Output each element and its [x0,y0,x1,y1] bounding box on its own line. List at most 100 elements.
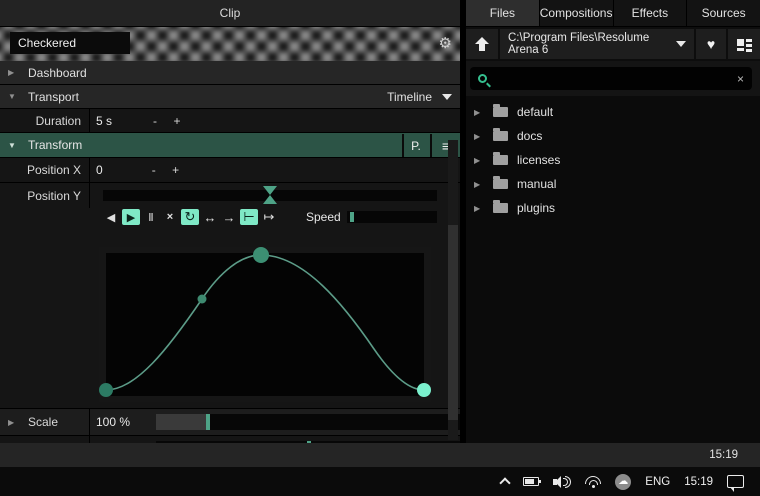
gear-icon[interactable]: ⚙ [439,34,452,54]
clear-search-icon[interactable]: × [737,72,744,86]
volume-icon[interactable] [553,476,571,488]
chevron-right-icon: ▶ [8,68,18,77]
play-once-icon[interactable]: → [221,209,237,225]
duration-decrement-button[interactable]: - [144,114,166,128]
tab-compositions[interactable]: Compositions [540,0,614,26]
transform-label: Transform [28,138,82,152]
language-indicator[interactable]: ENG [645,476,670,488]
folder-row-licenses[interactable]: ▶ licenses [466,148,760,172]
envelope-path[interactable] [106,255,424,390]
play-icon[interactable]: ▶ [122,209,140,225]
advance-icon[interactable]: ↦ [261,209,277,225]
windows-taskbar: ☁ ENG 15:19 [0,467,760,496]
folder-row-plugins[interactable]: ▶ plugins [466,196,760,220]
view-toggle-button[interactable] [728,29,760,59]
transport-mode-select[interactable]: Timeline [387,90,432,104]
envelope-point-peak[interactable] [253,247,269,263]
chevron-right-icon[interactable]: ▶ [474,132,484,141]
position-x-label: Position X [0,158,90,182]
previous-icon[interactable]: ◀ [103,209,119,225]
folder-name: licenses [517,153,560,167]
wifi-icon[interactable] [585,476,601,488]
status-clock: 15:19 [709,449,738,461]
folder-list: ▶ default ▶ docs ▶ licenses ▶ manual ▶ [466,100,760,220]
heart-icon: ♥ [707,36,715,52]
random-icon[interactable]: × [162,209,178,225]
duration-value[interactable]: 5 s [96,109,112,132]
position-x-value[interactable]: 0 [96,158,103,182]
tab-sources[interactable]: Sources [687,0,760,26]
chevron-down-icon[interactable] [442,94,452,100]
transport-controls: ◀ ▶ Ⅱ × ↻ ↔ → ⊢ ↦ Speed [103,207,437,227]
timeline-scrubber[interactable] [103,190,437,201]
current-path: C:\Program Files\Resolume Arena 6 [508,32,676,56]
section-dashboard[interactable]: ▶ Dashboard [0,61,460,85]
battery-icon[interactable] [523,477,539,486]
folder-row-default[interactable]: ▶ default [466,100,760,124]
search-icon [478,74,487,83]
folder-icon [493,131,508,141]
speed-slider[interactable] [347,211,437,223]
file-nav-bar: C:\Program Files\Resolume Arena 6 ♥ [466,27,760,61]
transform-param-button[interactable]: P. [402,134,428,157]
browser-panel: Files Compositions Effects Sources C:\Pr… [466,0,760,443]
folder-name: docs [517,129,542,143]
speed-slider-handle[interactable] [350,212,354,222]
dashboard-label: Dashboard [28,66,87,80]
position-x-increment-button[interactable]: + [165,163,187,177]
chevron-right-icon[interactable]: ▶ [474,180,484,189]
section-transform[interactable]: ▼ Transform P. ≡ [0,133,460,158]
action-center-icon[interactable] [727,475,744,488]
path-dropdown[interactable]: C:\Program Files\Resolume Arena 6 [500,29,694,59]
hold-icon[interactable]: ⊢ [240,209,258,225]
row-rotation: ▶ Rotation 0.0 [0,436,460,443]
folder-icon [493,179,508,189]
chevron-right-icon[interactable]: ▶ [474,156,484,165]
bounce-icon[interactable]: ↔ [202,209,218,225]
envelope-point-mid[interactable] [198,295,207,304]
pause-icon[interactable]: Ⅱ [143,209,159,225]
scale-value[interactable]: 100 % [96,409,144,435]
scale-label[interactable]: Scale [28,415,58,429]
folder-icon [493,107,508,117]
search-bar[interactable]: × [470,67,752,90]
tab-files[interactable]: Files [466,0,540,26]
envelope-point-start[interactable] [99,383,113,397]
loop-icon[interactable]: ↻ [181,209,199,225]
browser-tabs: Files Compositions Effects Sources [466,0,760,27]
duration-increment-button[interactable]: + [166,114,188,128]
clip-panel: Clip Checkered ⚙ ▶ Dashboard ▼ Transport… [0,0,460,443]
scrollbar-thumb[interactable] [448,225,458,420]
scale-slider[interactable] [156,414,460,430]
rotation-value[interactable]: 0.0 [96,436,144,443]
chevron-down-icon: ▼ [8,92,18,101]
position-x-decrement-button[interactable]: - [143,163,165,177]
scale-slider-handle[interactable] [206,414,210,430]
chevron-right-icon[interactable]: ▶ [474,108,484,117]
envelope-curve[interactable] [106,253,424,396]
envelope-point-end[interactable] [417,383,431,397]
folder-row-docs[interactable]: ▶ docs [466,124,760,148]
chevron-right-icon[interactable]: ▶ [474,204,484,213]
section-transport[interactable]: ▼ Transport Timeline [0,85,460,109]
position-y-label: Position Y [0,183,90,208]
scale-slider-fill [156,414,206,430]
up-directory-button[interactable] [466,29,498,59]
folder-icon [493,155,508,165]
envelope-editor[interactable] [99,247,431,402]
clip-name-field[interactable]: Checkered [10,32,130,54]
speed-label: Speed [306,210,341,224]
taskbar-clock[interactable]: 15:19 [684,476,713,488]
row-position-x: Position X 0 - + [0,158,460,183]
cloud-tray-icon[interactable]: ☁ [615,474,631,490]
transport-label: Transport [28,90,79,104]
hidden-icons-chevron-icon[interactable] [500,477,511,488]
folder-row-manual[interactable]: ▶ manual [466,172,760,196]
favorites-button[interactable]: ♥ [696,29,726,59]
folder-name: default [517,105,553,119]
clip-thumbnail[interactable]: Checkered ⚙ [0,27,460,61]
tab-effects[interactable]: Effects [614,0,688,26]
search-input[interactable] [493,72,731,86]
clip-panel-scrollbar[interactable] [448,140,458,440]
clip-name-text: Checkered [18,36,76,50]
